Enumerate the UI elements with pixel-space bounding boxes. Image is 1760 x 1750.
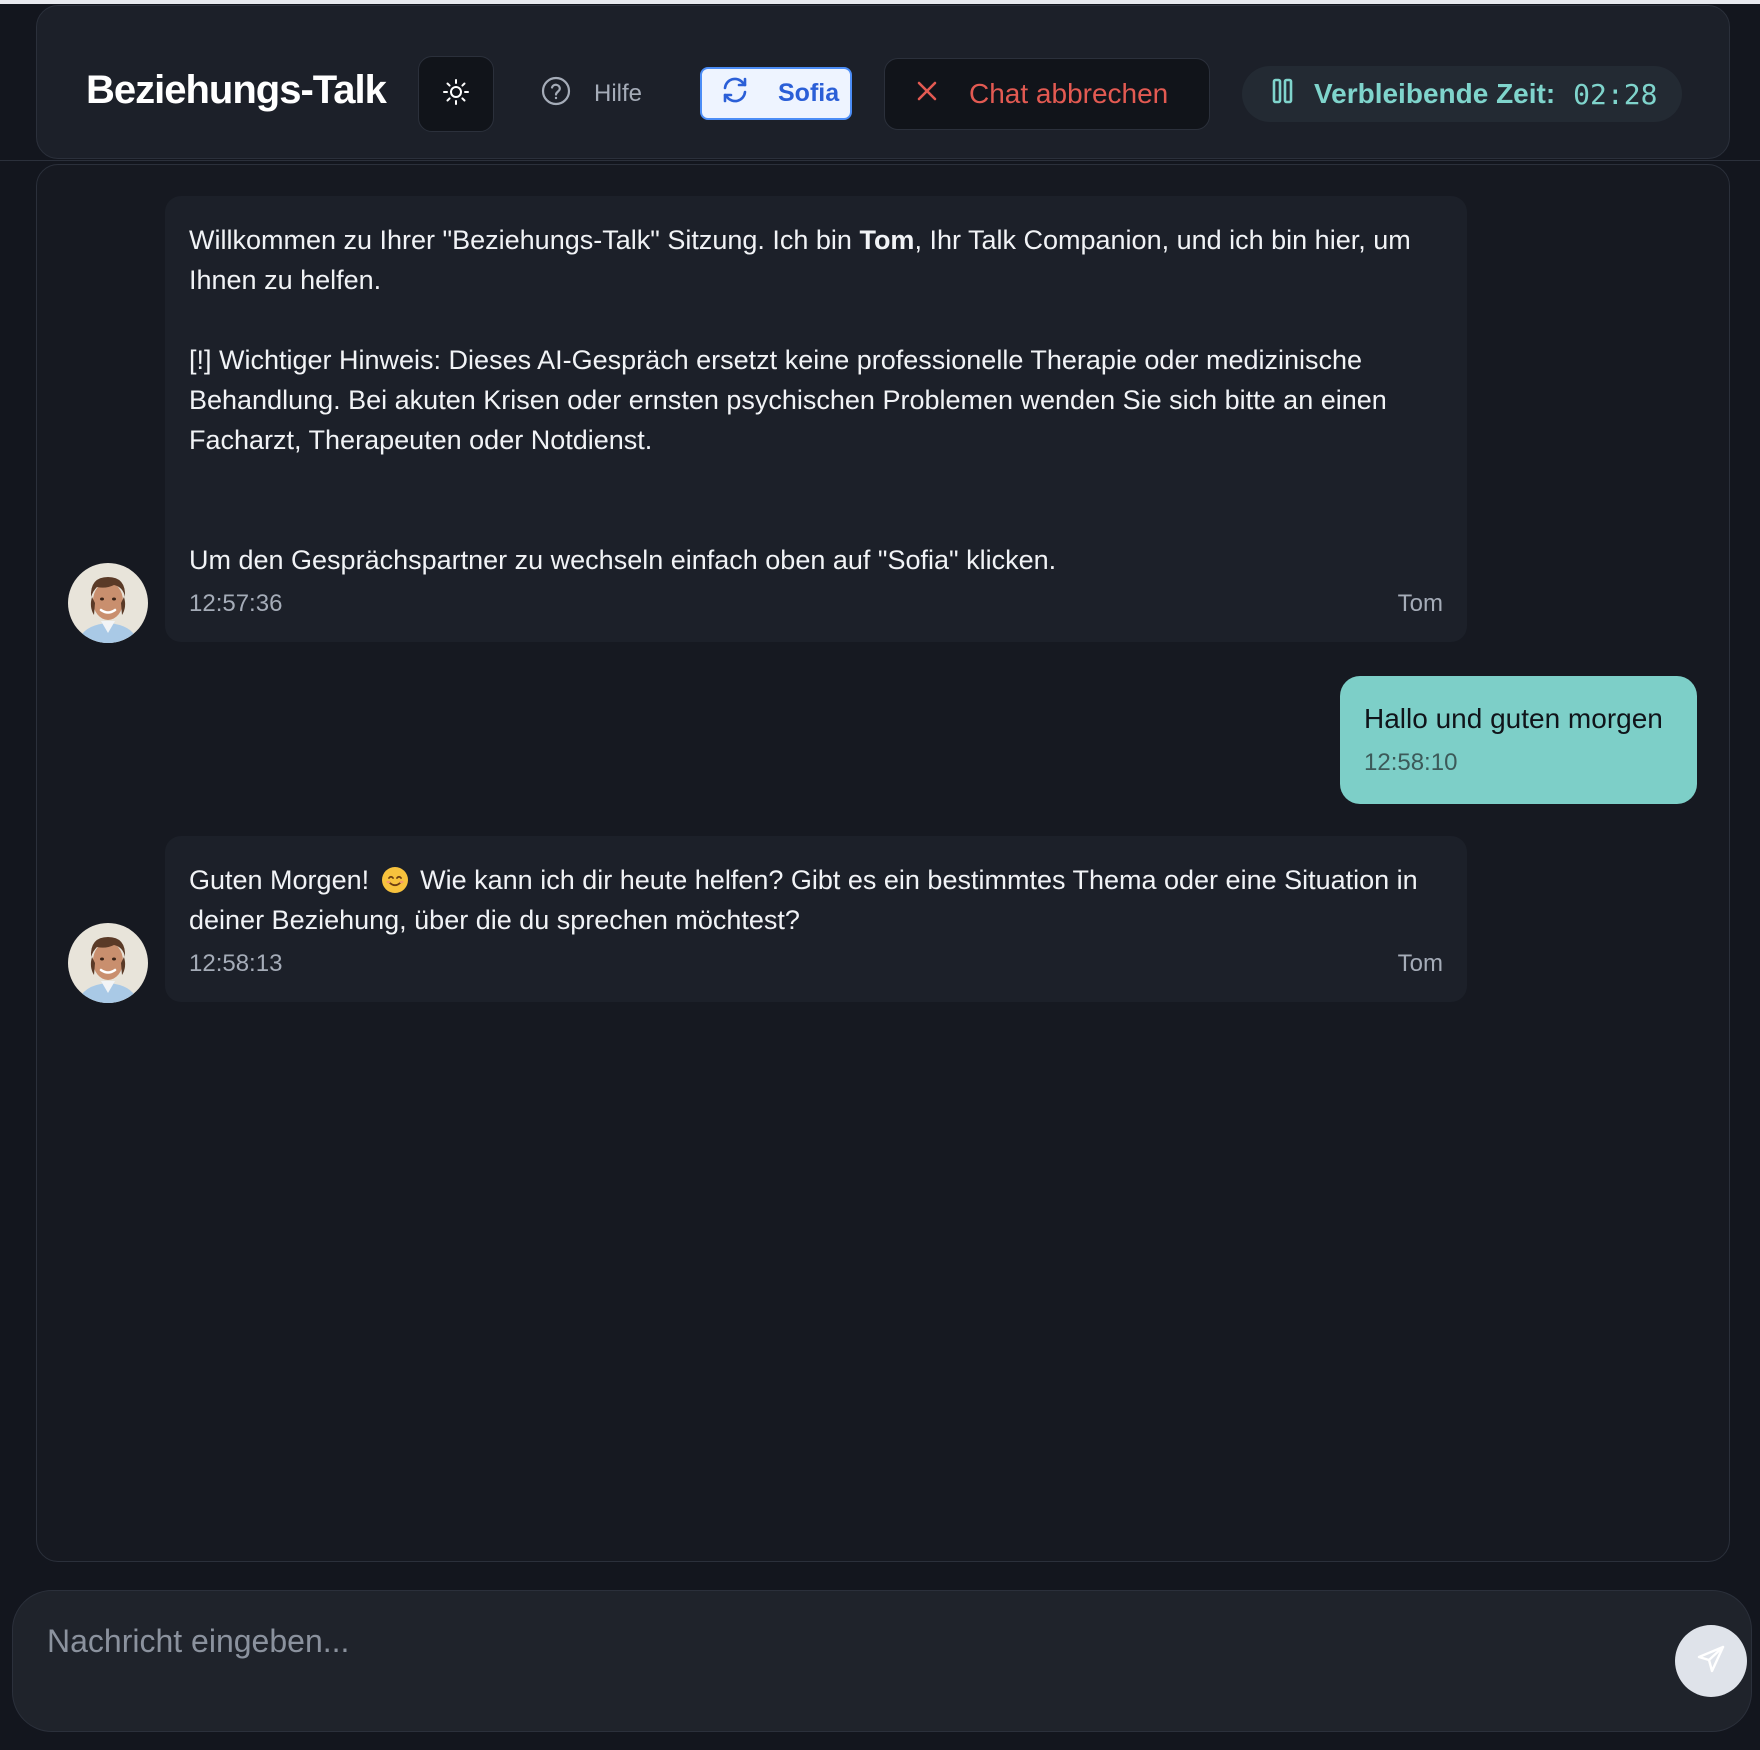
- header-divider: [0, 160, 1760, 161]
- message-timestamp: 12:57:36: [189, 590, 283, 617]
- send-button[interactable]: [1675, 1625, 1747, 1697]
- smiling-face-emoji: [381, 865, 409, 893]
- question-circle-icon: [540, 75, 572, 114]
- message-sender: Tom: [1397, 950, 1443, 977]
- message-text: Wie kann ich dir heute helfen? Gibt es e…: [189, 865, 1418, 935]
- app-title: Beziehungs-Talk: [86, 68, 387, 112]
- remaining-time-value: 02:28: [1573, 77, 1658, 111]
- refresh-icon: [720, 75, 750, 112]
- message-composer: [12, 1590, 1752, 1732]
- chat-message-tom: Guten Morgen! Wie kann ich dir heute hel…: [165, 836, 1467, 1002]
- pause-icon[interactable]: [1270, 77, 1296, 112]
- message-text: Hallo und guten morgen: [1364, 703, 1663, 734]
- chat-message-user: Hallo und guten morgen 12:58:10: [1340, 676, 1697, 804]
- message-bold-name: Tom: [859, 225, 915, 255]
- cancel-chat-label: Chat abbrechen: [969, 78, 1169, 109]
- message-sender: Tom: [1397, 590, 1443, 617]
- window-top-edge: [0, 0, 1760, 4]
- remaining-time-label: Verbleibende Zeit:: [1314, 78, 1556, 109]
- cancel-chat-button[interactable]: Chat abbrechen: [884, 58, 1210, 130]
- remaining-time-pill[interactable]: Verbleibende Zeit: 02:28: [1242, 66, 1682, 122]
- message-timestamp: 12:58:13: [189, 950, 283, 977]
- help-button[interactable]: Hilfe: [540, 72, 642, 116]
- message-text: Guten Morgen!: [189, 865, 370, 895]
- message-timestamp: 12:58:10: [1364, 749, 1458, 776]
- message-paragraph: Guten Morgen! Wie kann ich dir heute hel…: [189, 860, 1443, 940]
- message-paragraph: Willkommen zu Ihrer "Beziehungs-Talk" Si…: [189, 220, 1443, 300]
- help-label: Hilfe: [594, 80, 643, 107]
- switch-companion-label: Sofia: [778, 79, 840, 107]
- tom-avatar: [68, 923, 148, 1003]
- message-text: Willkommen zu Ihrer "Beziehungs-Talk" Si…: [189, 225, 860, 255]
- sun-icon: [442, 78, 470, 111]
- message-disclaimer: [!] Wichtiger Hinweis: Dieses AI-Gespräc…: [189, 345, 1387, 455]
- tom-avatar: [68, 563, 148, 643]
- message-input[interactable]: [45, 1617, 1645, 1665]
- send-icon: [1695, 1643, 1727, 1680]
- theme-toggle-button[interactable]: [418, 56, 494, 132]
- close-icon: [915, 78, 939, 110]
- chat-message-tom: Willkommen zu Ihrer "Beziehungs-Talk" Si…: [165, 196, 1467, 642]
- switch-companion-button[interactable]: Sofia: [700, 67, 852, 120]
- message-paragraph: Um den Gesprächspartner zu wechseln einf…: [189, 545, 1057, 575]
